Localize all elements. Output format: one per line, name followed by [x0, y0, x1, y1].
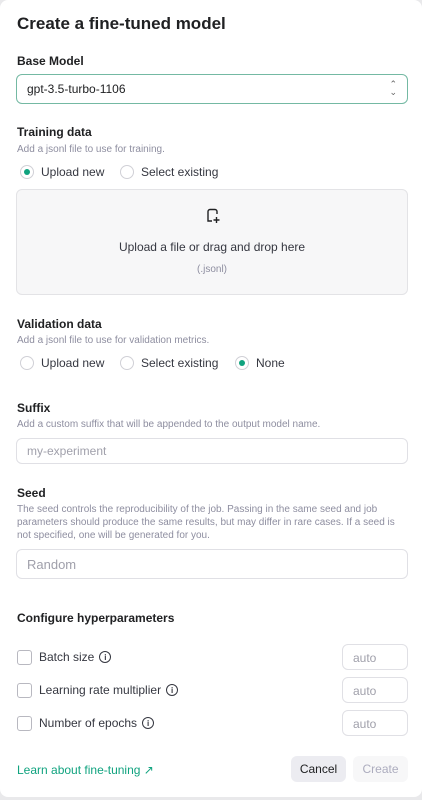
- hp-label: Batch size: [39, 650, 95, 664]
- suffix-desc: Add a custom suffix that will be appende…: [17, 419, 321, 430]
- suffix-label: Suffix: [17, 401, 51, 415]
- create-button[interactable]: Create: [353, 756, 408, 782]
- radio-icon: [120, 165, 134, 179]
- radio-icon: [20, 356, 34, 370]
- fine-tune-modal: Create a fine-tuned model Base Model gpt…: [0, 0, 422, 797]
- training-data-label: Training data: [17, 125, 92, 139]
- cancel-button[interactable]: Cancel: [291, 756, 346, 782]
- epochs-checkbox[interactable]: [17, 716, 32, 731]
- hp-label: Number of epochs: [39, 716, 138, 730]
- seed-placeholder: Random: [27, 556, 77, 572]
- batch-size-label: Batch size i: [39, 650, 112, 664]
- validation-select-existing-radio[interactable]: Select existing: [120, 356, 218, 370]
- learn-fine-tuning-link[interactable]: Learn about fine-tuning ↗: [17, 763, 154, 777]
- base-model-label: Base Model: [17, 54, 84, 68]
- external-arrow-icon: ↗: [143, 763, 154, 777]
- validation-data-desc: Add a jsonl file to use for validation m…: [17, 335, 210, 346]
- learning-rate-label: Learning rate multiplier i: [39, 683, 179, 697]
- radio-checked-icon: [235, 356, 249, 370]
- radio-label: Upload new: [41, 165, 105, 179]
- base-model-select[interactable]: gpt-3.5-turbo-1106 ⌃ ⌄: [16, 74, 408, 104]
- learning-rate-input[interactable]: auto: [342, 677, 408, 703]
- upload-dropzone[interactable]: Upload a file or drag and drop here (.js…: [16, 189, 408, 295]
- seed-input[interactable]: Random: [16, 549, 408, 579]
- info-icon[interactable]: i: [142, 717, 155, 729]
- epochs-input[interactable]: auto: [342, 710, 408, 736]
- suffix-placeholder: my-experiment: [27, 444, 107, 458]
- batch-size-checkbox[interactable]: [17, 650, 32, 665]
- link-text: Learn about fine-tuning: [17, 763, 141, 777]
- info-icon[interactable]: i: [99, 651, 112, 663]
- hyperparameters-label: Configure hyperparameters: [17, 611, 175, 625]
- seed-desc: The seed controls the reproducibility of…: [17, 504, 395, 541]
- validation-data-label: Validation data: [17, 317, 102, 331]
- training-data-desc: Add a jsonl file to use for training.: [17, 144, 165, 155]
- dropzone-hint: (.jsonl): [196, 264, 227, 275]
- radio-icon: [120, 356, 134, 370]
- file-upload-icon: [207, 208, 220, 223]
- radio-checked-icon: [20, 165, 34, 179]
- base-model-value: gpt-3.5-turbo-1106: [27, 82, 126, 96]
- validation-upload-new-radio[interactable]: Upload new: [20, 356, 104, 370]
- suffix-input[interactable]: my-experiment: [16, 438, 408, 464]
- validation-none-radio[interactable]: None: [235, 356, 285, 370]
- epochs-label: Number of epochs i: [39, 716, 155, 730]
- info-icon[interactable]: i: [166, 684, 179, 696]
- chevron-updown-icon: ⌃ ⌄: [389, 79, 397, 97]
- training-upload-new-radio[interactable]: Upload new: [20, 165, 104, 179]
- seed-label: Seed: [17, 486, 46, 500]
- radio-label: Upload new: [41, 356, 105, 370]
- learning-rate-checkbox[interactable]: [17, 683, 32, 698]
- batch-size-input[interactable]: auto: [342, 644, 408, 670]
- radio-label: None: [256, 356, 285, 370]
- hp-label: Learning rate multiplier: [39, 683, 162, 697]
- radio-label: Select existing: [141, 165, 219, 179]
- radio-label: Select existing: [141, 356, 219, 370]
- training-select-existing-radio[interactable]: Select existing: [120, 165, 218, 179]
- modal-title: Create a fine-tuned model: [17, 14, 226, 33]
- dropzone-text: Upload a file or drag and drop here: [118, 240, 306, 254]
